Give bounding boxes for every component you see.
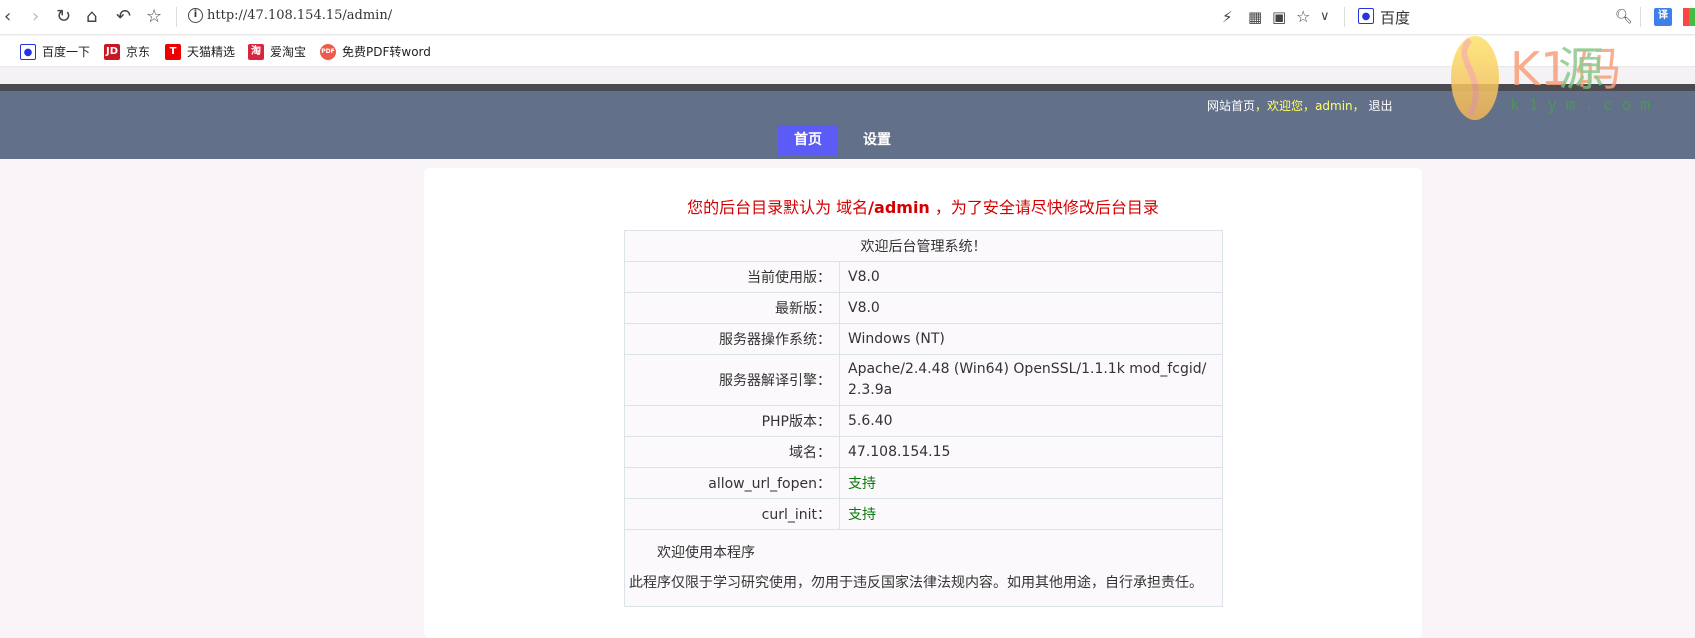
table-row: 当前使用版： V8.0 [624, 261, 1223, 293]
username: admin [1315, 99, 1353, 113]
table-row: 服务器解译引擎： Apache/2.4.48 (Win64) OpenSSL/1.… [624, 354, 1223, 406]
bookmark-taobao[interactable]: 淘爱淘宝 [248, 43, 306, 60]
star-icon[interactable]: ☆ [1296, 6, 1310, 28]
row-value: V8.0 [839, 261, 1223, 293]
forward-icon[interactable]: › [32, 6, 39, 28]
bookmark-jd[interactable]: JD 京东 [104, 43, 150, 60]
table-footer: 欢迎使用本程序 此程序仅限于学习研究使用，勿用于违反国家法律法规内容。如用其他用… [624, 529, 1223, 607]
bookmark-label: 百度一下 [42, 45, 91, 59]
taobao-icon: 淘 [248, 43, 264, 60]
qr-icon[interactable]: ▦ [1248, 6, 1262, 28]
separator: ， [1303, 99, 1316, 113]
row-value: V8.0 [839, 292, 1223, 324]
nav-settings[interactable]: 设置 [852, 125, 902, 155]
row-label: allow_url_fopen： [624, 467, 840, 499]
baidu-icon: ● [20, 43, 36, 60]
welcome-text: 欢迎您 [1267, 99, 1304, 113]
site-home-link[interactable]: 网站首页 [1207, 99, 1255, 113]
separator: ， [1255, 99, 1268, 113]
bookmark-baidu[interactable]: ● 百度一下 [20, 43, 90, 60]
row-label: 域名： [624, 436, 840, 468]
footer-disclaimer: 此程序仅限于学习研究使用，勿用于违反国家法律法规内容。如用其他用途，自行承担责任… [629, 575, 1203, 591]
table-row: curl_init： 支持 [624, 498, 1223, 530]
footer-welcome: 欢迎使用本程序 [657, 545, 755, 561]
browser-toolbar: ‹ › ↻ ⌂ ↶ ☆ i http://47.108.154.15/admin… [0, 0, 1695, 35]
notice-path: /admin [868, 198, 930, 217]
apps-icon[interactable] [1683, 8, 1695, 26]
row-value: Apache/2.4.48 (Win64) OpenSSL/1.1.1k mod… [839, 354, 1223, 406]
row-label: PHP版本： [624, 405, 840, 437]
search-icon[interactable]: 🔍︎ [1615, 6, 1633, 28]
bookmark-label: 免费PDF转word [342, 45, 431, 59]
row-label: 当前使用版： [624, 261, 840, 293]
reload-icon[interactable]: ↻ [56, 6, 71, 28]
row-label: 服务器操作系统： [624, 323, 840, 355]
table-row: allow_url_fopen： 支持 [624, 467, 1223, 499]
svg-text:源: 源 [1558, 42, 1604, 96]
row-value: 支持 [839, 467, 1223, 499]
table-title: 欢迎后台管理系统！ [624, 230, 1223, 262]
row-label: curl_init： [624, 498, 840, 530]
row-label: 最新版： [624, 292, 840, 324]
translate-ext-icon[interactable]: 译 [1654, 8, 1672, 26]
baidu-icon: ● [1358, 8, 1374, 24]
row-value: 5.6.40 [839, 405, 1223, 437]
bookmarks-bar: ● 百度一下 JD 京东 T 天猫精选 淘爱淘宝 PDF 免费PDF转word [0, 36, 1695, 67]
page-top-band [0, 67, 1695, 84]
jd-icon: JD [104, 43, 120, 60]
row-label: 服务器解译引擎： [624, 354, 840, 406]
table-row: 最新版： V8.0 [624, 292, 1223, 324]
svg-text:k1ym.com: k1ym.com [1510, 95, 1659, 114]
header-divider [0, 84, 1695, 91]
notice-prefix: 您的后台目录默认为 域名 [687, 198, 869, 217]
system-info-table: 欢迎后台管理系统！ 当前使用版： V8.0 最新版： V8.0 服务器操作系统： Wi… [624, 230, 1223, 607]
table-row: PHP版本： 5.6.40 [624, 405, 1223, 437]
translate-icon[interactable]: ▣ [1272, 6, 1286, 28]
address-bar[interactable]: http://47.108.154.15/admin/ [207, 8, 392, 23]
table-row: 服务器操作系统： Windows (NT) [624, 323, 1223, 355]
k1ym-watermark-logo: K1 码 源 k1ym.com [1451, 36, 1659, 120]
top-links: 网站首页，欢迎您，admin， 退出 [1207, 97, 1393, 114]
chevron-down-icon[interactable]: ∨ [1320, 6, 1330, 28]
pdf-icon: PDF [320, 43, 336, 60]
security-notice: 您的后台目录默认为 域名/admin ，为了安全请尽快修改后台目录 [424, 194, 1422, 218]
row-value: Windows (NT) [839, 323, 1223, 355]
notice-suffix: ，为了安全请尽快修改后台目录 [929, 198, 1159, 217]
search-engine-label[interactable]: 百度 [1380, 7, 1410, 28]
bookmark-label: 京东 [126, 45, 151, 59]
admin-header: 网站首页，欢迎您，admin， 退出 首页 设置 [0, 91, 1695, 159]
nav-home[interactable]: 首页 [778, 125, 838, 155]
lightning-icon[interactable]: ⚡ [1222, 6, 1233, 28]
bookmark-pdf[interactable]: PDF 免费PDF转word [320, 43, 431, 60]
row-value: 支持 [839, 498, 1223, 530]
separator: ， [1352, 99, 1365, 113]
star-icon[interactable]: ☆ [146, 6, 162, 28]
back-icon[interactable]: ‹ [4, 6, 11, 28]
logout-link[interactable]: 退出 [1369, 99, 1393, 113]
bookmark-label: 爱淘宝 [270, 45, 307, 59]
home-icon[interactable]: ⌂ [86, 6, 97, 28]
row-value: 47.108.154.15 [839, 436, 1223, 468]
undo-icon[interactable]: ↶ [116, 6, 131, 28]
info-icon[interactable]: i [188, 8, 203, 23]
table-row: 域名： 47.108.154.15 [624, 436, 1223, 468]
tmall-icon: T [165, 43, 181, 60]
bookmark-tmall[interactable]: T 天猫精选 [165, 43, 235, 60]
bookmark-label: 天猫精选 [187, 45, 236, 59]
